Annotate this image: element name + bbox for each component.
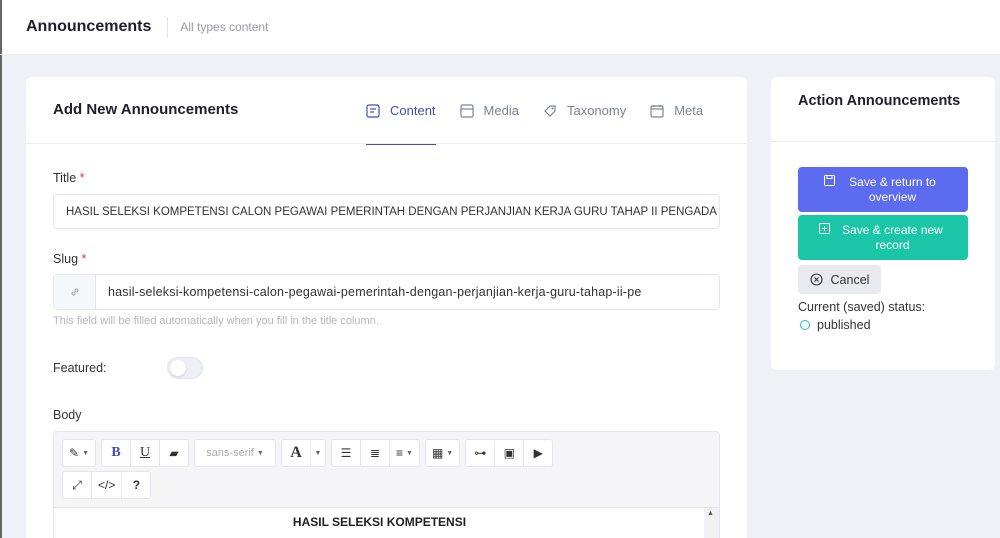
chevron-down-icon: ▼ (406, 449, 413, 457)
video-button[interactable]: ▶ (523, 439, 554, 467)
close-icon (809, 273, 823, 286)
editor-content[interactable]: HASIL SELEKSI KOMPETENSI (54, 507, 705, 538)
status-badge: published (800, 318, 871, 332)
required-mark: * (79, 171, 85, 185)
bullet-list-button[interactable]: ☰ (331, 439, 361, 467)
tab-content-label: Content (390, 103, 436, 118)
editor-toolbar-row-2: ⤢ </> ? (62, 471, 156, 499)
tab-taxonomy[interactable]: Taxonomy (543, 77, 626, 144)
code-view-button[interactable]: </> (91, 471, 123, 499)
featured-toggle[interactable] (167, 357, 203, 379)
align-icon: ≡ (396, 446, 404, 460)
tab-taxonomy-label: Taxonomy (566, 103, 627, 118)
editor-toolbar-row-1: ✎ ▼ B U ▰ sans-serif ▼ A ▼ ☰ ≣ ≡ ▼ ▦ ▼ ⊶ ▣ ▶ (62, 439, 558, 467)
save-create-button[interactable]: Save & create new record (798, 215, 968, 260)
tab-meta-label: Meta (674, 103, 704, 118)
chevron-down-icon: ▼ (314, 449, 322, 457)
action-card: Action Announcements Save & return to ov… (771, 77, 995, 370)
numbered-list-icon: ≣ (369, 446, 381, 460)
required-mark: * (81, 252, 87, 266)
meta-icon (650, 104, 664, 118)
eraser-button[interactable]: ▰ (159, 439, 189, 467)
featured-label: Featured: (53, 361, 107, 375)
chevron-down-icon: ▼ (82, 449, 89, 457)
numbered-list-button[interactable]: ≣ (360, 439, 390, 467)
underline-button[interactable]: U (130, 439, 160, 467)
save-return-button[interactable]: Save & return to overview (798, 167, 968, 212)
form-heading: Add New Announcements (53, 101, 239, 118)
link-icon: ⊶ (474, 446, 487, 460)
slug-hint: This field will be filled automatically … (53, 315, 379, 327)
status-value: published (817, 318, 871, 332)
page-subtitle: All types content (180, 20, 269, 34)
action-heading: Action Announcements (771, 77, 995, 142)
cancel-button[interactable]: Cancel (798, 265, 881, 294)
chevron-down-icon: ▼ (446, 449, 454, 457)
chevron-down-icon: ▼ (256, 449, 264, 457)
table-button[interactable]: ▦ ▼ (424, 439, 461, 467)
status-dot-icon (800, 320, 810, 330)
video-icon: ▶ (533, 446, 543, 460)
title-label: Title * (53, 171, 85, 185)
slug-field[interactable]: hasil-seleksi-kompetensi-calon-pegawai-p… (53, 274, 720, 310)
window-edge (0, 0, 2, 538)
plus-square-icon (818, 223, 830, 238)
tab-media[interactable]: Media (459, 77, 519, 144)
magic-wand-icon: ✎ (69, 446, 80, 460)
magic-wand-button[interactable]: ✎ ▼ (62, 439, 96, 467)
font-color-dropdown[interactable]: ▼ (310, 439, 326, 467)
image-button[interactable]: ▣ (494, 439, 525, 467)
align-button[interactable]: ≡ ▼ (389, 439, 420, 467)
image-icon: ▣ (503, 446, 515, 460)
bullet-list-icon: ☰ (340, 446, 352, 460)
bold-icon: B (111, 445, 121, 460)
fullscreen-button[interactable]: ⤢ (62, 471, 92, 499)
slug-label: Slug * (53, 252, 87, 266)
tab-bar: Content Media Taxonomy Meta (366, 77, 703, 145)
help-icon: ? (132, 478, 141, 492)
save-icon (823, 175, 835, 190)
font-color-button[interactable]: A (281, 439, 311, 467)
slug-input[interactable]: hasil-seleksi-kompetensi-calon-pegawai-p… (96, 275, 642, 309)
title-divider (167, 17, 169, 37)
page-title: Announcements (26, 18, 152, 35)
content-icon (366, 103, 380, 118)
bold-button[interactable]: B (101, 439, 131, 467)
media-icon (459, 103, 474, 118)
tab-content[interactable]: Content (366, 77, 436, 145)
eraser-icon: ▰ (169, 446, 179, 460)
fullscreen-icon: ⤢ (72, 477, 82, 492)
header-divider (0, 54, 1000, 55)
tab-meta[interactable]: Meta (650, 77, 703, 144)
link-icon (54, 275, 96, 309)
form-card-header: Add New Announcements Content Media Taxo… (26, 77, 747, 145)
help-button[interactable]: ? (121, 471, 152, 499)
body-editor: ✎ ▼ B U ▰ sans-serif ▼ A ▼ ☰ ≣ ≡ ▼ ▦ ▼ ⊶ ▣ ▶ (53, 431, 720, 538)
font-family-select[interactable]: sans-serif ▼ (194, 439, 276, 467)
table-icon: ▦ (431, 446, 444, 460)
status-label: Current (saved) status: (798, 300, 926, 314)
form-card: Add New Announcements Content Media Taxo… (26, 77, 747, 538)
title-input[interactable]: HASIL SELEKSI KOMPETENSI CALON PEGAWAI P… (53, 194, 720, 229)
font-color-icon: A (290, 444, 302, 461)
editor-content-heading: HASIL SELEKSI KOMPETENSI (292, 515, 467, 529)
underline-icon: U (139, 445, 151, 460)
link-button[interactable]: ⊶ (465, 439, 496, 467)
editor-scrollbar[interactable] (704, 507, 719, 538)
top-bar: Announcements All types content (0, 0, 1000, 54)
body-label: Body (53, 408, 82, 422)
taxonomy-icon (544, 104, 556, 117)
tab-media-label: Media (483, 103, 519, 118)
code-icon: </> (98, 478, 116, 492)
